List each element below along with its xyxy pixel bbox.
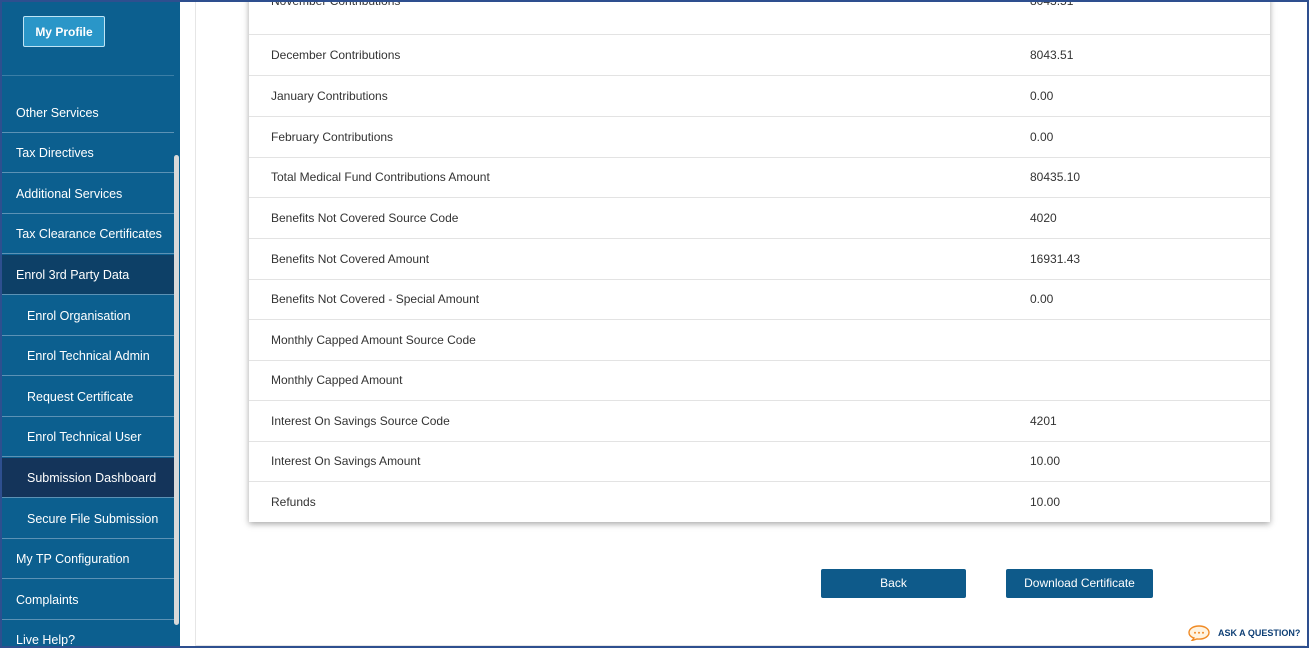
sidebar-item-request-certificate[interactable]: Request Certificate xyxy=(2,377,174,417)
main-content: November Contributions 8043.51 December … xyxy=(182,2,1307,646)
content-card: November Contributions 8043.51 December … xyxy=(195,2,1305,646)
table-row: Monthly Capped Amount xyxy=(249,360,1270,401)
row-value: 0.00 xyxy=(1030,292,1054,306)
row-value: 10.00 xyxy=(1030,495,1061,509)
row-value: 4020 xyxy=(1030,211,1057,225)
row-label: December Contributions xyxy=(271,48,401,62)
row-label: November Contributions xyxy=(271,0,401,8)
sidebar-item-my-tp-configuration[interactable]: My TP Configuration xyxy=(2,539,174,579)
row-value: 8043.51 xyxy=(1030,48,1074,62)
table-row: Benefits Not Covered Amount 16931.43 xyxy=(249,239,1270,280)
row-label: Benefits Not Covered Source Code xyxy=(271,211,459,225)
sidebar: My Profile Other Services Tax Directives… xyxy=(2,2,180,646)
table-row: Total Medical Fund Contributions Amount … xyxy=(249,157,1270,198)
table-row: Interest On Savings Source Code 4201 xyxy=(249,401,1270,442)
chat-bubble-icon xyxy=(1188,625,1210,641)
sidebar-item-enrol-organisation[interactable]: Enrol Organisation xyxy=(2,296,174,336)
app-window: My Profile Other Services Tax Directives… xyxy=(0,0,1309,648)
sidebar-item-enrol-3rd-party-data[interactable]: Enrol 3rd Party Data xyxy=(2,255,174,295)
sidebar-item-additional-services[interactable]: Additional Services xyxy=(2,174,174,214)
ask-a-question-link[interactable]: ASK A QUESTION? xyxy=(1188,624,1300,642)
row-value: 0.00 xyxy=(1030,130,1054,144)
sidebar-item-submission-dashboard[interactable]: Submission Dashboard xyxy=(2,458,174,498)
sidebar-item-tax-directives[interactable]: Tax Directives xyxy=(2,133,174,173)
row-value: 80435.10 xyxy=(1030,170,1081,184)
sidebar-item-enrol-technical-admin[interactable]: Enrol Technical Admin xyxy=(2,336,174,376)
row-label: Total Medical Fund Contributions Amount xyxy=(271,170,490,184)
row-value: 0.00 xyxy=(1030,89,1054,103)
my-profile-button[interactable]: My Profile xyxy=(23,16,105,47)
table-row: Monthly Capped Amount Source Code xyxy=(249,320,1270,361)
row-label: February Contributions xyxy=(271,130,394,144)
table-row: Benefits Not Covered - Special Amount 0.… xyxy=(249,279,1270,320)
table-row: Benefits Not Covered Source Code 4020 xyxy=(249,198,1270,239)
sidebar-item-tax-clearance-certificates[interactable]: Tax Clearance Certificates xyxy=(2,214,174,254)
table-row: February Contributions 0.00 xyxy=(249,117,1270,158)
sidebar-item-secure-file-submission[interactable]: Secure File Submission xyxy=(2,499,174,539)
sidebar-item-live-help[interactable]: Live Help? xyxy=(2,620,174,646)
table-row: January Contributions 0.00 xyxy=(249,76,1270,117)
row-value: 8043.51 xyxy=(1030,0,1074,8)
ask-a-question-label: ASK A QUESTION? xyxy=(1218,628,1301,638)
row-value: 4201 xyxy=(1030,414,1057,428)
row-label: January Contributions xyxy=(271,89,388,103)
download-certificate-button[interactable]: Download Certificate xyxy=(1006,569,1153,598)
sidebar-item-enrol-technical-user[interactable]: Enrol Technical User xyxy=(2,417,174,457)
certificate-details-table: November Contributions 8043.51 December … xyxy=(249,0,1270,523)
table-row: December Contributions 8043.51 xyxy=(249,35,1270,76)
sidebar-scrollbar-thumb[interactable] xyxy=(174,155,179,625)
table-row: November Contributions 8043.51 xyxy=(249,0,1270,35)
row-value: 16931.43 xyxy=(1030,252,1081,266)
row-label: Benefits Not Covered Amount xyxy=(271,252,430,266)
row-label: Monthly Capped Amount xyxy=(271,373,403,387)
row-label: Benefits Not Covered - Special Amount xyxy=(271,292,480,306)
back-button[interactable]: Back xyxy=(821,569,966,598)
sidebar-divider xyxy=(2,75,174,76)
table-row: Interest On Savings Amount 10.00 xyxy=(249,441,1270,482)
row-label: Interest On Savings Amount xyxy=(271,454,421,468)
sidebar-item-other-services[interactable]: Other Services xyxy=(2,93,174,133)
sidebar-item-complaints[interactable]: Complaints xyxy=(2,580,174,620)
row-label: Refunds xyxy=(271,495,316,509)
row-label: Monthly Capped Amount Source Code xyxy=(271,333,476,347)
row-label: Interest On Savings Source Code xyxy=(271,414,450,428)
table-row: Refunds 10.00 xyxy=(249,482,1270,523)
row-value: 10.00 xyxy=(1030,454,1061,468)
